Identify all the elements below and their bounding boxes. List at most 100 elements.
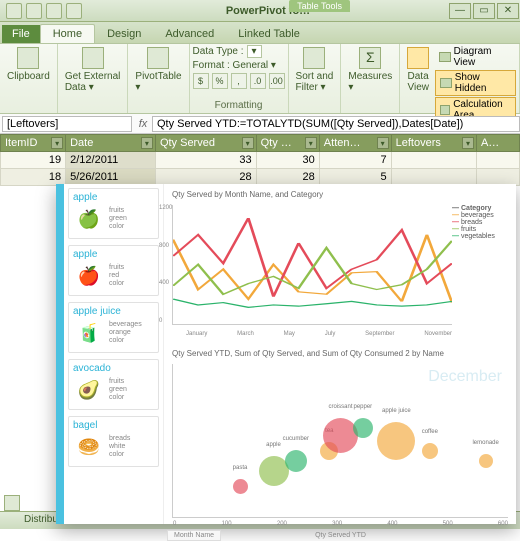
decrease-decimal-button[interactable]: .00 (269, 73, 285, 89)
report-overlay: apple🍏fruitsgreencolor apple🍎fruitsredco… (56, 184, 516, 524)
app-icon (6, 3, 22, 19)
comma-button[interactable]: , (231, 73, 247, 89)
window-title: PowerPivot fo… (88, 5, 448, 17)
measures-label: Measures ▾ (348, 71, 392, 93)
chart1-xaxis: JanuaryMarchMayJulySeptemberNovember (172, 331, 508, 337)
col-qty[interactable]: Qty …▾ (256, 135, 319, 152)
thumb-icon: 🧃 (73, 317, 105, 349)
chart2-title: Qty Served YTD, Sum of Qty Served, and S… (172, 349, 508, 358)
dataview-label: Data View (408, 71, 430, 93)
data-grid: ItemID▾ Date▾ Qty Served▾ Qty …▾ Atten…▾… (0, 134, 520, 186)
line-chart: 04008001200 Category beverages breads fr… (172, 205, 508, 325)
calc-area-icon (440, 105, 450, 115)
formula-input[interactable]: Qty Served YTD:=TOTALYTD(SUM([Qty Served… (152, 116, 520, 132)
table-row: 185/26/201128285 (1, 169, 520, 186)
col-date[interactable]: Date▾ (66, 135, 156, 152)
tab-linked-table[interactable]: Linked Table (226, 25, 312, 43)
thumb-icon: 🍏 (73, 203, 105, 235)
clipboard-label: Clipboard (7, 71, 50, 82)
pivottable-button[interactable]: PivotTable ▾ (131, 45, 185, 95)
col-leftovers[interactable]: Leftovers▾ (391, 135, 476, 152)
chart2-xlabel: Qty Served YTD (315, 532, 366, 539)
thumb-icon: 🍎 (73, 260, 105, 292)
format-dropdown[interactable]: Format : General ▾ (193, 60, 276, 71)
qat-icon[interactable] (46, 3, 62, 19)
contextual-tab-label: Table Tools (289, 0, 350, 12)
data-view-icon (407, 47, 429, 69)
report-stripe (56, 184, 64, 524)
tab-design[interactable]: Design (95, 25, 153, 43)
bubble (422, 443, 438, 459)
close-button[interactable]: ✕ (497, 3, 519, 19)
sort-filter-button[interactable]: Sort and Filter ▾ (292, 45, 338, 95)
col-extra[interactable]: A… (476, 135, 519, 152)
datatype-label: Data Type : (193, 46, 244, 57)
datatype-dropdown[interactable]: ▾ (247, 45, 262, 58)
clipboard-icon (17, 47, 39, 69)
filter-dropdown-icon[interactable]: ▾ (242, 137, 254, 149)
filter-dropdown-icon[interactable]: ▾ (51, 137, 63, 149)
tab-home[interactable]: Home (40, 24, 95, 43)
table-row: 192/12/201133307 (1, 152, 520, 169)
file-tab[interactable]: File (2, 25, 40, 43)
bubble (377, 422, 415, 460)
data-view-button[interactable]: Data View (403, 45, 433, 95)
qat-icon[interactable] (26, 3, 42, 19)
ribbon: Clipboard Get External Data ▾ PivotTable… (0, 44, 520, 114)
measures-button[interactable]: ΣMeasures ▾ (344, 45, 396, 95)
filter-dropdown-icon[interactable]: ▾ (462, 137, 474, 149)
list-item[interactable]: avocado🥑fruitsgreencolor (68, 359, 159, 410)
increase-decimal-button[interactable]: .0 (250, 73, 266, 89)
get-external-data-button[interactable]: Get External Data ▾ (61, 45, 125, 95)
filter-dropdown-icon[interactable]: ▾ (377, 137, 389, 149)
bubble (285, 450, 307, 472)
fx-icon[interactable]: fx (134, 118, 152, 130)
bubble (233, 479, 248, 494)
list-item[interactable]: apple juice🧃beveragesorangecolor (68, 302, 159, 353)
thumb-icon: 🥑 (73, 374, 105, 406)
charts-area: Qty Served by Month Name, and Category 0… (164, 184, 516, 524)
sort-icon (303, 47, 325, 69)
card-list: apple🍏fruitsgreencolor apple🍎fruitsredco… (64, 184, 164, 524)
line-chart-plot: 04008001200 (172, 205, 452, 325)
thumb-icon: 🥯 (73, 431, 105, 463)
percent-button[interactable]: % (212, 73, 228, 89)
bubble (323, 418, 358, 453)
chart2-xaxis: 0100200300400500600 (173, 521, 508, 527)
list-item[interactable]: apple🍎fruitsredcolor (68, 245, 159, 296)
tab-advanced[interactable]: Advanced (153, 25, 226, 43)
getdata-label: Get External Data ▾ (65, 71, 121, 93)
legend: Category beverages breads fruits vegetab… (452, 205, 508, 325)
bubble (479, 454, 493, 468)
clipboard-button[interactable]: Clipboard (3, 45, 54, 84)
month-slicer[interactable]: Month Name (167, 530, 221, 541)
ribbon-tabs: File Home Design Advanced Linked Table (0, 22, 520, 44)
list-item[interactable]: bagel🥯breadswhitecolor (68, 416, 159, 467)
filter-dropdown-icon[interactable]: ▾ (141, 137, 153, 149)
watermark: December (428, 368, 502, 386)
col-attend[interactable]: Atten…▾ (319, 135, 391, 152)
sigma-icon: Σ (359, 47, 381, 69)
qat-icon[interactable] (66, 3, 82, 19)
sort-label: Sort and Filter ▾ (296, 71, 334, 93)
minimize-button[interactable]: — (449, 3, 471, 19)
title-bar: PowerPivot fo… — ▭ ✕ Table Tools (0, 0, 520, 22)
name-box[interactable]: [Leftovers] (2, 116, 132, 132)
show-hidden-icon (440, 78, 451, 88)
col-itemid[interactable]: ItemID▾ (1, 135, 66, 152)
diagram-icon (439, 52, 450, 62)
group-label-formatting: Formatting (193, 100, 285, 112)
pivot-label: PivotTable ▾ (135, 71, 181, 93)
bubble-chart: December 0100200300400500600 Month Name … (172, 364, 508, 518)
filter-dropdown-icon[interactable]: ▾ (305, 137, 317, 149)
currency-button[interactable]: $ (193, 73, 209, 89)
list-item[interactable]: apple🍏fruitsgreencolor (68, 188, 159, 239)
maximize-button[interactable]: ▭ (473, 3, 495, 19)
pivot-icon (147, 47, 169, 69)
col-qtyserved[interactable]: Qty Served▾ (155, 135, 256, 152)
formula-bar: [Leftovers] fx Qty Served YTD:=TOTALYTD(… (0, 114, 520, 134)
quick-access-toolbar (0, 3, 88, 19)
diagram-view-button[interactable]: Diagram View (435, 45, 516, 69)
show-hidden-button[interactable]: Show Hidden (435, 70, 516, 96)
header-row: ItemID▾ Date▾ Qty Served▾ Qty …▾ Atten…▾… (1, 135, 520, 152)
